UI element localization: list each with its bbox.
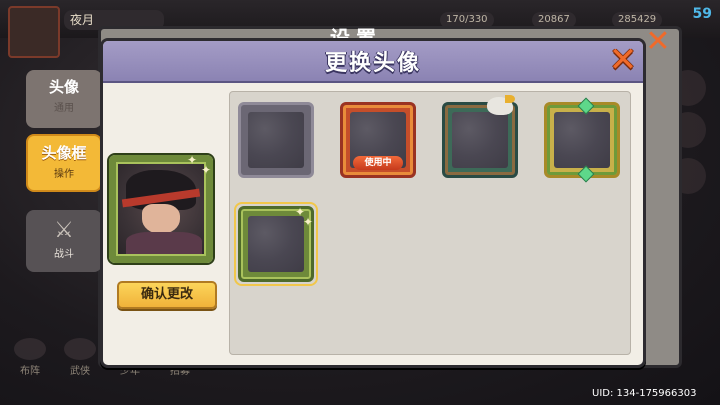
frame-option-leaf[interactable]: ✦ ✦ <box>238 205 314 282</box>
star-icon: ✦ <box>187 153 198 167</box>
gem-icon <box>577 165 595 183</box>
player-avatar[interactable] <box>8 6 60 58</box>
frame-option-eagle[interactable] <box>442 95 518 178</box>
uid-label: UID: 134-175966303 <box>592 388 697 399</box>
nav-item-heroes[interactable]: 武侠 <box>62 338 98 377</box>
sword-icon: ⚔ <box>54 218 74 243</box>
fps-counter: 59 <box>692 6 712 22</box>
leaf-frame-preview <box>109 155 213 263</box>
frame-grid: 使用中 ✦ ✦ <box>229 91 631 355</box>
star-icon: ✦ <box>303 215 314 229</box>
star-icon: ✦ <box>201 163 212 177</box>
settings-tab-avatar[interactable]: 头像 通用 <box>26 70 102 128</box>
frame-option-fire[interactable]: 使用中 <box>340 102 416 178</box>
close-icon: ✕ <box>608 40 638 80</box>
eagle-icon <box>487 95 515 115</box>
change-avatar-dialog: 更换头像 ✕ ✦ ✦ 确认更改 使用中 ✦ ✦ <box>100 38 646 368</box>
frame-option-gold[interactable] <box>544 97 620 183</box>
frame-option-plain[interactable] <box>238 102 314 178</box>
close-button[interactable]: ✕ <box>607 40 639 80</box>
dialog-header: 更换头像 ✕ <box>103 41 643 83</box>
settings-close-icon[interactable]: ✕ <box>644 27 672 57</box>
avatar-preview: ✦ ✦ <box>109 153 213 263</box>
settings-tab-avatar-frame[interactable]: 头像框 操作 <box>26 134 102 192</box>
nav-item-formation[interactable]: 布阵 <box>12 338 48 377</box>
confirm-change-button[interactable]: 确认更改 <box>117 281 217 309</box>
dialog-title: 更换头像 <box>324 51 421 76</box>
in-use-badge: 使用中 <box>353 156 403 170</box>
settings-tab-battle[interactable]: ⚔ 战斗 <box>26 210 102 272</box>
